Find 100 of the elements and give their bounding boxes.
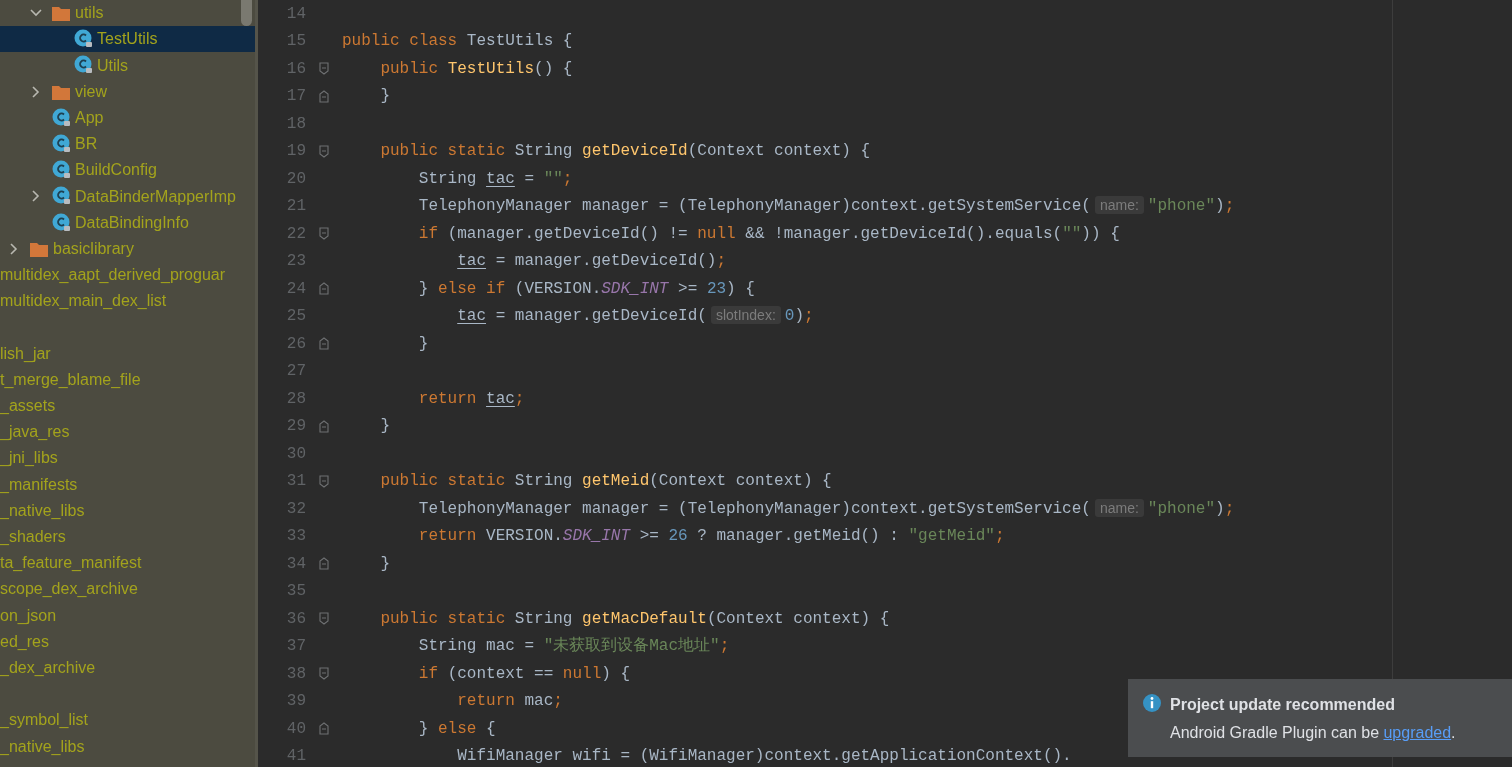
- tree-label: view: [75, 82, 107, 101]
- code-line: tac = manager.getDeviceId( slotIndex: 0);: [457, 307, 814, 326]
- scrollbar-thumb[interactable]: [241, 0, 252, 26]
- tree-label[interactable]: _native_libs: [0, 737, 85, 756]
- class-icon: [52, 212, 72, 233]
- tree-row[interactable]: utils: [0, 0, 255, 27]
- fold-marker-icon: [319, 282, 329, 296]
- class-icon: [52, 134, 72, 155]
- tree-label: utils: [75, 4, 104, 22]
- tree-label: Utils: [97, 56, 129, 75]
- tree-label[interactable]: ta_feature_manifest: [0, 554, 142, 572]
- code-line: TelephonyManager manager = (TelephonyManager)context.getSystemService( name: "phone");: [418, 197, 1235, 216]
- line-number: 22: [285, 223, 306, 245]
- line-number: 37: [285, 636, 306, 658]
- notification-text: Android Gradle Plugin can be upgraded.: [1170, 723, 1456, 743]
- line-number: 23: [285, 251, 306, 273]
- code-line: public class TestUtils {: [342, 32, 573, 51]
- line-number: 31: [285, 471, 306, 493]
- code-line: return VERSION.SDK_INT >= 26 ? manager.getMeid() : "getMeid";: [418, 527, 1005, 546]
- tree-label[interactable]: multidex_main_dex_list: [0, 292, 167, 310]
- tree-row[interactable]: basiclibrary: [0, 235, 255, 262]
- chevron-icon: [30, 85, 42, 98]
- chevron-icon: [8, 242, 20, 255]
- tree-label: TestUtils: [97, 30, 158, 49]
- line-number: 30: [285, 443, 306, 465]
- info-icon: [1142, 693, 1162, 713]
- code-line: } else if (VERSION.SDK_INT >= 23) {: [418, 279, 755, 298]
- tree-label[interactable]: _symbol_list: [0, 711, 89, 729]
- fold-marker-icon: [319, 227, 329, 241]
- line-number: 15: [285, 31, 306, 53]
- code-line: public static String getMacDefault(Context context) {: [380, 609, 890, 628]
- tree-label[interactable]: on_json: [0, 606, 57, 625]
- line-number: 28: [285, 388, 306, 410]
- tree-label[interactable]: _jni_libs: [0, 449, 58, 468]
- line-number: 17: [285, 86, 306, 108]
- tree-label: DataBindingInfo: [75, 213, 189, 232]
- line-number: 14: [285, 3, 306, 25]
- fold-marker-icon: [319, 144, 329, 158]
- line-number: 26: [285, 333, 306, 355]
- code-line: if (manager.getDeviceId() != null && !manager.getDeviceId().equals("")) {: [418, 224, 1120, 243]
- tree-label: DataBinderMapperImp: [75, 187, 236, 206]
- code-line: TelephonyManager manager = (TelephonyManager)context.getSystemService( name: "phone");: [418, 499, 1235, 518]
- code-line: }: [418, 334, 429, 353]
- class-icon: [74, 55, 94, 76]
- tree-label: App: [75, 109, 104, 127]
- tree-label[interactable]: scope_dex_archive: [0, 580, 138, 598]
- code-line: public static String getMeid(Context context) {: [380, 472, 832, 491]
- tree-label[interactable]: _manifests: [0, 475, 78, 494]
- fold-marker-icon: [319, 419, 329, 433]
- tree-label[interactable]: _dex_archive: [0, 659, 96, 677]
- fold-marker-icon: [319, 722, 329, 736]
- code-line: public TestUtils() {: [380, 59, 573, 78]
- line-number: 38: [285, 663, 306, 685]
- code-line: public static String getDeviceId(Context context) {: [380, 142, 871, 161]
- tree-label[interactable]: multidex_aapt_derived_proguar: [0, 266, 226, 284]
- tree-row[interactable]: DataBinderMapperImp: [0, 183, 255, 210]
- tree-label[interactable]: _java_res: [0, 423, 70, 441]
- line-number: 21: [285, 196, 306, 218]
- line-number: 40: [285, 718, 306, 740]
- fold-marker-icon: [319, 89, 329, 103]
- tree-row[interactable]: App: [0, 104, 255, 131]
- line-number: 20: [285, 168, 306, 190]
- fold-marker-icon: [319, 62, 329, 76]
- folder-icon: [52, 83, 70, 100]
- fold-marker-icon: [319, 337, 329, 351]
- fold-marker-icon: [319, 667, 329, 681]
- tree-label: BuildConfig: [75, 161, 157, 179]
- line-number: 29: [285, 416, 306, 438]
- line-number: 27: [285, 361, 306, 383]
- fold-marker-icon: [319, 612, 329, 626]
- code-line: tac = manager.getDeviceId();: [457, 252, 727, 271]
- code-line: }: [380, 554, 390, 573]
- line-number: 18: [285, 113, 306, 135]
- line-number: 25: [285, 306, 306, 328]
- line-number: 41: [285, 746, 306, 767]
- code-line: String mac = "未获取到设备Mac地址";: [418, 637, 730, 656]
- tree-label[interactable]: _native_libs: [0, 501, 85, 520]
- class-icon: [52, 186, 72, 207]
- code-line: } else {: [418, 719, 496, 738]
- line-number: 19: [285, 141, 306, 163]
- tree-row[interactable]: DataBindingInfo: [0, 209, 255, 236]
- code-line: WifiManager wifi = (WifiManager)context.getApplicationContext().: [457, 747, 1072, 766]
- folder-icon: [52, 5, 70, 22]
- tree-row[interactable]: Utils: [0, 52, 255, 79]
- tree-label[interactable]: _assets: [0, 397, 56, 415]
- code-line: return mac;: [457, 692, 563, 711]
- line-number: 36: [285, 608, 306, 630]
- tree-label[interactable]: ed_res: [0, 632, 49, 651]
- tree-label: basiclibrary: [53, 240, 134, 258]
- tree-label[interactable]: lish_jar: [0, 344, 51, 363]
- tree-row[interactable]: BuildConfig: [0, 157, 255, 184]
- tree-row[interactable]: BR: [0, 130, 255, 158]
- tree-row[interactable]: TestUtils: [0, 26, 255, 53]
- notification-title: Project update recommended: [1170, 695, 1396, 715]
- tree-label[interactable]: t_merge_blame_file: [0, 370, 141, 389]
- fold-marker-icon: [319, 474, 329, 488]
- tree-label[interactable]: _shaders: [0, 528, 66, 546]
- tree-row[interactable]: view: [0, 78, 255, 105]
- folder-icon: [30, 240, 48, 257]
- upgrade-link[interactable]: upgraded: [1383, 724, 1452, 741]
